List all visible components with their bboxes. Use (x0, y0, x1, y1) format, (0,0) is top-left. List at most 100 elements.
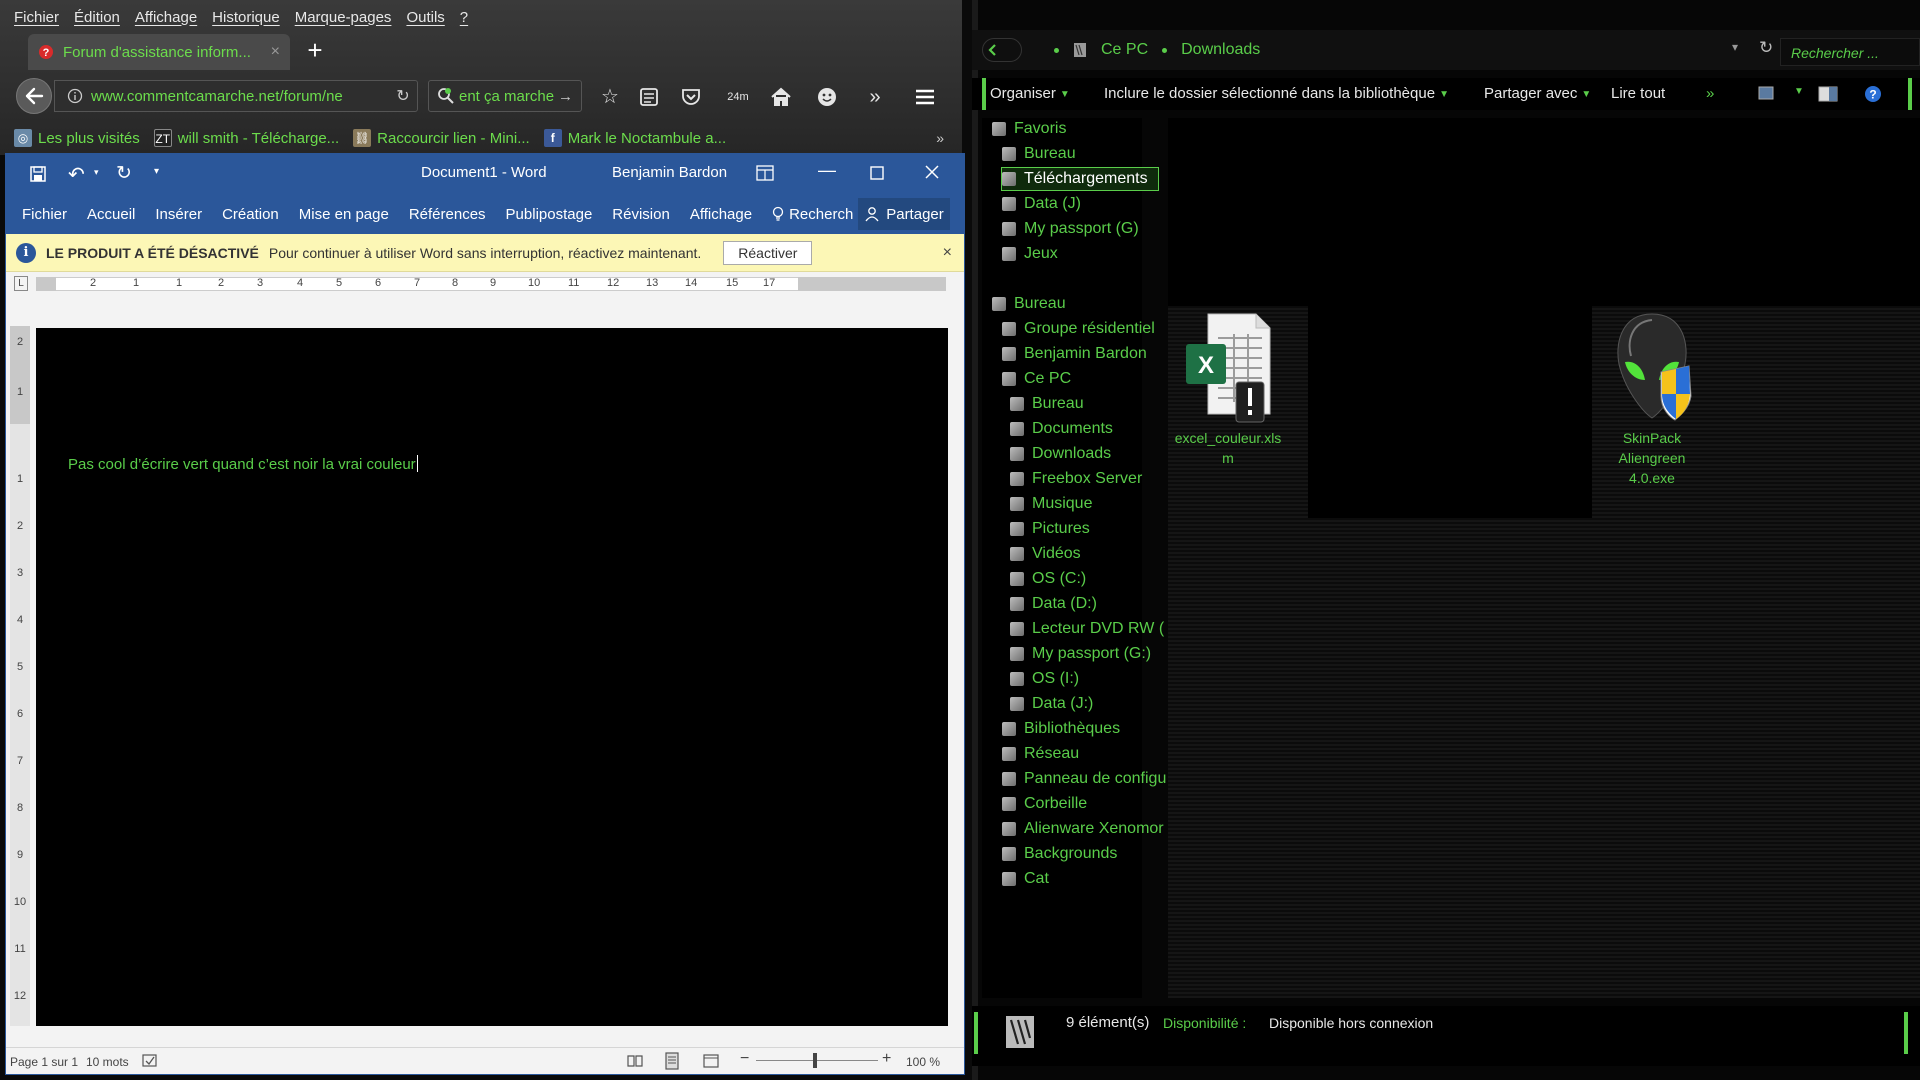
overflow-chevron-icon[interactable]: » (859, 82, 891, 112)
tell-me-search[interactable]: Recherch (772, 206, 853, 223)
chat-icon[interactable] (812, 82, 844, 112)
browser-tab[interactable]: ? Forum d'assistance inform... × (28, 34, 290, 70)
file-item-skinpack[interactable]: SkinPack Aliengreen 4.0.exe (1592, 308, 1712, 488)
bookmark-star-icon[interactable]: ☆ (594, 82, 626, 112)
pocket-icon[interactable] (676, 82, 708, 112)
breadcrumb-downloads[interactable]: Downloads (1181, 41, 1260, 59)
new-tab-button[interactable]: + (300, 36, 330, 66)
explorer-search-input[interactable]: Rechercher ... (1780, 38, 1920, 66)
bookmark-most-visited[interactable]: ◎ Les plus visités (14, 129, 140, 147)
warning-close-icon[interactable]: × (943, 244, 952, 262)
bookmark-mark[interactable]: f Mark le Noctambule a... (543, 129, 726, 147)
bookmarks-overflow-icon[interactable]: » (936, 130, 944, 146)
tab-references[interactable]: Références (409, 206, 486, 223)
nav-item[interactable]: My passport (G:) (1010, 643, 1151, 665)
zoom-level[interactable]: 100 % (906, 1055, 940, 1069)
more-commands-icon[interactable]: » (1706, 85, 1714, 102)
view-options-icon[interactable] (1758, 86, 1774, 100)
nav-item[interactable]: Pictures (1010, 518, 1090, 540)
bookmark-raccourcir[interactable]: ⛓ Raccourcir lien - Mini... (353, 129, 530, 147)
breadcrumb-ce-pc[interactable]: Ce PC (1101, 41, 1148, 59)
menu-edition[interactable]: Édition (74, 9, 120, 26)
zoom-slider[interactable] (756, 1060, 878, 1061)
nav-item[interactable]: Data (J:) (1010, 693, 1093, 715)
hamburger-menu-icon[interactable] (910, 82, 942, 112)
reload-icon[interactable]: ↻ (389, 86, 417, 106)
zoom-in-icon[interactable]: + (882, 1050, 891, 1068)
path-history-dropdown-icon[interactable]: ▾ (1732, 40, 1738, 54)
print-layout-icon[interactable] (663, 1052, 681, 1070)
nav-item[interactable]: Réseau (1002, 743, 1079, 765)
tab-mise-en-page[interactable]: Mise en page (299, 206, 389, 223)
nav-item[interactable]: Bureau (1010, 393, 1084, 415)
tab-accueil[interactable]: Accueil (87, 206, 135, 223)
file-list[interactable]: X excel_couleur.xls m SkinPack Aliengree… (1168, 118, 1920, 998)
undo-dropdown-icon[interactable]: ▾ (94, 167, 99, 178)
back-button[interactable] (982, 38, 1022, 62)
tab-creation[interactable]: Création (222, 206, 279, 223)
nav-item[interactable]: Vidéos (1010, 543, 1081, 565)
help-icon[interactable]: ? (1864, 85, 1882, 103)
web-layout-icon[interactable] (703, 1054, 719, 1068)
tab-affichage[interactable]: Affichage (690, 206, 752, 223)
search-engine-icon[interactable] (437, 87, 455, 105)
share-button[interactable]: Partager (858, 198, 950, 230)
user-name[interactable]: Benjamin Bardon (612, 164, 727, 181)
tab-inserer[interactable]: Insérer (155, 206, 202, 223)
organize-menu[interactable]: Organiser ▼ (990, 85, 1070, 102)
search-bar[interactable]: ent ça marche → (428, 80, 582, 112)
nav-item[interactable]: Favoris (992, 118, 1066, 140)
nav-item[interactable]: Groupe résidentiel (1002, 318, 1155, 340)
menu-affichage[interactable]: Affichage (135, 9, 197, 26)
nav-item[interactable]: Benjamin Bardon (1002, 343, 1147, 365)
nav-item[interactable]: Musique (1010, 493, 1092, 515)
customize-toolbar-icon[interactable]: ▾ (154, 166, 159, 177)
close-icon[interactable] (924, 164, 940, 180)
undo-icon[interactable]: ↶ (68, 162, 85, 187)
menu-fichier[interactable]: Fichier (14, 9, 59, 26)
minimize-icon[interactable]: — (818, 160, 836, 181)
refresh-icon[interactable]: ↻ (1759, 38, 1773, 58)
menu-historique[interactable]: Historique (212, 9, 280, 26)
menu-help[interactable]: ? (460, 9, 468, 26)
word-count[interactable]: 10 mots (86, 1055, 129, 1069)
nav-item[interactable]: Cat (1002, 868, 1049, 890)
nav-item[interactable]: Bureau (1002, 143, 1076, 165)
file-item-excel[interactable]: X excel_couleur.xls m (1168, 310, 1288, 468)
tab-revision[interactable]: Révision (612, 206, 670, 223)
nav-item[interactable]: Corbeille (1002, 793, 1087, 815)
preview-pane-icon[interactable] (1818, 86, 1838, 102)
reader-list-icon[interactable] (634, 82, 666, 112)
nav-item[interactable]: Bibliothèques (1002, 718, 1120, 740)
nav-item[interactable]: Jeux (1002, 243, 1058, 265)
nav-item[interactable]: Ce PC (1002, 368, 1071, 390)
info-icon[interactable] (67, 88, 91, 104)
nav-item[interactable]: Data (D:) (1010, 593, 1097, 615)
search-text[interactable]: ent ça marche (459, 88, 554, 105)
url-bar[interactable]: www.commentcamarche.net/forum/ne ↻ (54, 80, 418, 112)
document-body-text[interactable]: Pas cool d’écrire vert quand c’est noir … (68, 455, 418, 473)
tab-fichier[interactable]: Fichier (22, 206, 67, 223)
horizontal-ruler[interactable]: L 2 1 1 2 3 4 5 6 7 8 9 10 11 12 13 14 15 17 (6, 273, 964, 295)
reactivate-button[interactable]: Réactiver (723, 240, 813, 265)
menu-outils[interactable]: Outils (406, 9, 444, 26)
tab-publipostage[interactable]: Publipostage (506, 206, 593, 223)
url-text[interactable]: www.commentcamarche.net/forum/ne (91, 88, 389, 105)
nav-item[interactable]: Bureau (992, 293, 1066, 315)
nav-item[interactable]: Downloads (1010, 443, 1111, 465)
nav-item[interactable]: Lecteur DVD RW ( (1010, 618, 1164, 640)
nav-item[interactable]: Freebox Server (1010, 468, 1142, 490)
proofing-icon[interactable] (142, 1054, 158, 1068)
tab-selector[interactable]: L (14, 276, 28, 291)
search-go-icon[interactable]: → (558, 88, 573, 105)
nav-item[interactable]: Panneau de configu (1002, 768, 1166, 790)
tab-close-icon[interactable]: × (271, 43, 280, 61)
bookmark-will-smith[interactable]: ZT will smith - Télécharge... (153, 129, 339, 147)
nav-item[interactable]: OS (C:) (1010, 568, 1086, 590)
document-page[interactable]: Pas cool d’écrire vert quand c’est noir … (36, 328, 948, 1026)
nav-item[interactable]: Documents (1010, 418, 1113, 440)
zoom-slider-thumb[interactable] (813, 1053, 817, 1068)
share-with-menu[interactable]: Partager avec ▼ (1484, 85, 1591, 102)
nav-item[interactable]: Téléchargements (1001, 167, 1159, 191)
nav-item[interactable]: OS (I:) (1010, 668, 1079, 690)
